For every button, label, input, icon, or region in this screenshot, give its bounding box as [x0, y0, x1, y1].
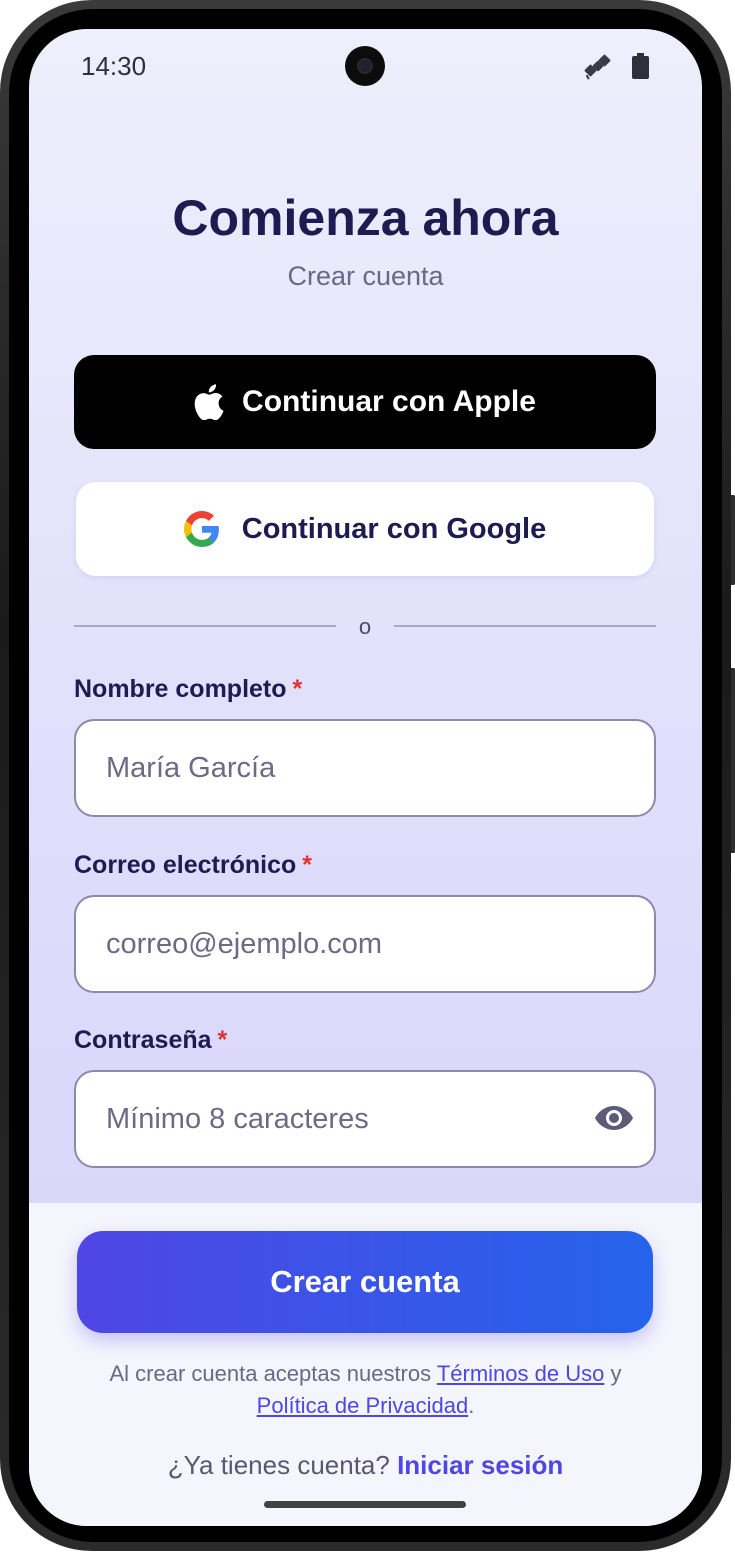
page-subtitle: Crear cuenta [287, 261, 444, 291]
privacy-policy-link[interactable]: Política de Privacidad [257, 1393, 469, 1418]
google-button-label: Continuar con Google [241, 512, 547, 545]
email-input[interactable] [106, 897, 576, 991]
required-mark: * [217, 1026, 228, 1054]
satellite-icon [584, 54, 611, 80]
status-bar: 14:30 [29, 29, 702, 99]
name-label-text: Nombre completo [74, 675, 287, 703]
apple-button-label: Continuar con Apple [242, 385, 536, 418]
email-field[interactable] [74, 895, 656, 993]
or-divider: o [74, 614, 656, 639]
continue-with-google-button[interactable]: Continuar con Google [76, 482, 654, 576]
google-icon [183, 511, 219, 547]
divider-text: o [358, 614, 372, 639]
apple-icon [194, 384, 224, 420]
name-input[interactable] [106, 721, 576, 815]
name-label: Nombre completo * [74, 675, 302, 704]
screen: 14:30 Comienza ahora Crear cuenta Contin… [29, 29, 702, 1526]
password-label-text: Contraseña [74, 1026, 212, 1054]
bottom-panel: Crear cuenta Al crear cuenta aceptas nue… [29, 1203, 702, 1526]
device-frame: 14:30 Comienza ahora Crear cuenta Contin… [0, 0, 735, 1551]
password-field[interactable] [74, 1070, 656, 1168]
password-input[interactable] [106, 1072, 576, 1166]
legal-prefix: Al crear cuenta aceptas nuestros [109, 1361, 432, 1386]
page-title: Comienza ahora [172, 190, 559, 246]
show-password-eye-icon[interactable] [594, 1103, 634, 1133]
signin-prompt-text: ¿Ya tienes cuenta? [167, 1450, 390, 1480]
legal-suffix: . [468, 1393, 475, 1418]
legal-connector: y [610, 1361, 622, 1386]
terms-of-use-link[interactable]: Términos de Uso [437, 1361, 605, 1386]
legal-text: Al crear cuenta aceptas nuestros Término… [69, 1358, 662, 1422]
signin-link[interactable]: Iniciar sesión [397, 1450, 563, 1480]
password-label: Contraseña * [74, 1026, 227, 1055]
signin-prompt: ¿Ya tienes cuenta? Iniciar sesión [29, 1450, 702, 1481]
required-mark: * [302, 851, 313, 879]
battery-icon [632, 53, 649, 79]
required-mark: * [292, 675, 303, 703]
email-label: Correo electrónico * [74, 851, 312, 880]
volume-button [731, 495, 735, 585]
front-camera [345, 46, 385, 86]
name-field[interactable] [74, 719, 656, 817]
home-indicator[interactable] [264, 1501, 466, 1508]
create-account-button[interactable]: Crear cuenta [77, 1231, 653, 1333]
email-label-text: Correo electrónico [74, 851, 297, 879]
divider-line [394, 625, 656, 627]
continue-with-apple-button[interactable]: Continuar con Apple [74, 355, 656, 449]
status-time: 14:30 [81, 51, 147, 81]
power-button [731, 668, 735, 853]
